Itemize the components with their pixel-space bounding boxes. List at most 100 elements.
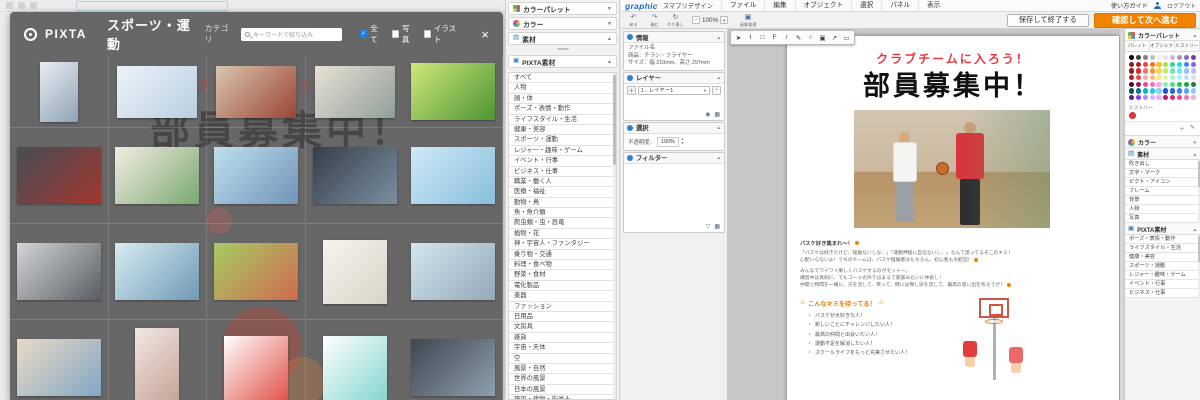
- scrollbar[interactable]: [613, 73, 616, 399]
- tool-button[interactable]: I: [745, 32, 756, 43]
- material-item[interactable]: 背景: [1125, 196, 1200, 205]
- menu-item[interactable]: オブジェクト: [795, 0, 852, 11]
- palette-swatch[interactable]: [1129, 95, 1134, 100]
- palette-panel-header[interactable]: カラーパレット ▲: [1125, 30, 1200, 41]
- palette-swatch[interactable]: [1136, 88, 1141, 93]
- opacity-stepper[interactable]: ▲ ▼: [681, 138, 684, 145]
- stock-photo-result[interactable]: [306, 320, 405, 400]
- palette-swatch[interactable]: [1184, 68, 1189, 73]
- basketball-photo[interactable]: [854, 110, 1050, 228]
- material-item[interactable]: 文字・マーク: [1125, 169, 1200, 178]
- tool-button[interactable]: ➤: [733, 32, 744, 43]
- stock-photo-result[interactable]: [109, 128, 208, 224]
- palette-swatch[interactable]: [1136, 55, 1141, 60]
- category-item[interactable]: 動物・鳥: [509, 198, 616, 208]
- image-manager-button[interactable]: ▣ 画像管理: [736, 14, 760, 27]
- layer-select[interactable]: 1 - レイヤー1 ▼: [638, 86, 710, 95]
- palette-swatch[interactable]: [1143, 95, 1148, 100]
- menu-item[interactable]: 表示: [918, 0, 948, 11]
- retry-button[interactable]: ↻ やり直し: [667, 14, 684, 27]
- redo-button[interactable]: ↷ 進む: [646, 14, 663, 27]
- palette-swatch[interactable]: [1129, 75, 1134, 80]
- confirm-next-button[interactable]: 確認して次へ進む: [1094, 13, 1196, 28]
- palette-swatch[interactable]: [1156, 75, 1161, 80]
- stock-photo-result[interactable]: [109, 56, 208, 128]
- document-page[interactable]: クラブチームに入ろう！ 部員募集中！ バスケ好き集まれ～！: [787, 36, 1119, 400]
- palette-swatch[interactable]: [1129, 88, 1134, 93]
- menu-item[interactable]: 編集: [764, 0, 794, 11]
- stock-photo-result[interactable]: [10, 128, 109, 224]
- grid-icon[interactable]: ▦: [714, 112, 720, 118]
- remove-layer-button[interactable]: −: [712, 86, 721, 95]
- stock-photo-result[interactable]: [404, 56, 503, 128]
- panel-splitter[interactable]: [506, 45, 619, 53]
- category-item[interactable]: 医療・福祉: [509, 187, 616, 197]
- canvas-scrollbar[interactable]: [1120, 29, 1124, 400]
- material-item[interactable]: ピクト・アイコン: [1125, 178, 1200, 187]
- category-item[interactable]: 野菜・食材: [509, 270, 616, 280]
- poster-paragraph[interactable]: 心配いらないよ！うちのチームは、バスケ経験者はもちろん、初心者も大歓迎！: [800, 256, 1108, 263]
- material-item[interactable]: 人物: [1125, 205, 1200, 214]
- palette-swatch[interactable]: [1143, 55, 1148, 60]
- account-link[interactable]: ログアウト: [1167, 1, 1196, 10]
- menu-item[interactable]: パネル: [881, 0, 918, 11]
- pixta-category-item[interactable]: レジャー・趣味・ゲーム: [1125, 271, 1200, 280]
- category-item[interactable]: 乗り物・交通: [509, 250, 616, 260]
- material-panel-header[interactable]: ▤ 素材 ▲: [1125, 149, 1200, 160]
- palette-swatch[interactable]: [1184, 82, 1189, 87]
- palette-swatch[interactable]: [1191, 88, 1196, 93]
- poster-bullets-title[interactable]: ⚠ こんなキミを待ってる！ ⚠: [800, 299, 884, 308]
- palette-swatch[interactable]: [1177, 88, 1182, 93]
- category-item[interactable]: すべて: [509, 73, 616, 83]
- palette-swatch[interactable]: [1177, 68, 1182, 73]
- visibility-icon[interactable]: ◉: [705, 112, 710, 118]
- category-item[interactable]: 料理・食べ物: [509, 260, 616, 270]
- palette-swatch[interactable]: [1156, 62, 1161, 67]
- palette-swatch[interactable]: [1150, 95, 1155, 100]
- category-item[interactable]: 職業・働く人: [509, 177, 616, 187]
- zoom-in-button[interactable]: ＋: [720, 16, 728, 24]
- poster-paragraph[interactable]: 練習中は真剣に、でもコートの外ではまるで家族みたいに仲良し！: [800, 274, 1108, 281]
- category-item[interactable]: 楽器: [509, 291, 616, 301]
- stock-photo-result[interactable]: [404, 224, 503, 320]
- opacity-value[interactable]: 100%: [657, 137, 679, 147]
- category-item[interactable]: 爬虫類・虫・恐竜: [509, 218, 616, 228]
- save-and-exit-button[interactable]: 保存して終了する: [1007, 14, 1089, 27]
- grid-icon[interactable]: ▦: [714, 224, 720, 230]
- poster-bullet-item[interactable]: ・ 最高の仲間と出会いたい人！: [807, 330, 910, 339]
- pixta-category-item[interactable]: スポーツ・運動: [1125, 262, 1200, 271]
- panel-header-color-palette[interactable]: カラーパレット ▼: [508, 2, 617, 15]
- palette-swatch[interactable]: [1184, 55, 1189, 60]
- stock-photo-result[interactable]: [10, 56, 109, 128]
- panel-header-color[interactable]: カラー ▼: [508, 17, 617, 30]
- palette-swatch[interactable]: [1191, 62, 1196, 67]
- category-item[interactable]: 電化製品: [509, 281, 616, 291]
- palette-swatch[interactable]: [1191, 82, 1196, 87]
- stock-photo-result[interactable]: [404, 320, 503, 400]
- tool-button[interactable]: ▣: [817, 32, 828, 43]
- category-item[interactable]: 雑貨: [509, 333, 616, 343]
- layer-panel-header[interactable]: レイヤー ▲: [624, 73, 724, 84]
- palette-swatch[interactable]: [1143, 68, 1148, 73]
- palette-swatch[interactable]: [1136, 68, 1141, 73]
- filter-checkbox[interactable]: ✓ イラスト: [424, 23, 460, 45]
- edit-color-button[interactable]: ✎: [1190, 124, 1195, 133]
- material-item[interactable]: フレーム: [1125, 187, 1200, 196]
- basketball-kids-illustration[interactable]: [955, 298, 1047, 398]
- menu-item[interactable]: 選択: [851, 0, 881, 11]
- category-item[interactable]: ライフスタイル・生活: [509, 115, 616, 125]
- stock-photo-result[interactable]: [207, 56, 306, 128]
- palette-swatch[interactable]: [1136, 95, 1141, 100]
- tool-button[interactable]: □: [757, 32, 768, 43]
- tool-button[interactable]: /: [781, 32, 792, 43]
- palette-tab[interactable]: パレット: [1125, 41, 1150, 51]
- category-item[interactable]: 神・宇宙人・ファンタジー: [509, 239, 616, 249]
- filter-checkbox[interactable]: ✓ 写真: [392, 23, 415, 45]
- pixta-category-item[interactable]: ポーズ・表情・動作: [1125, 235, 1200, 244]
- poster-paragraph[interactable]: 「バスケは好きだけど、経験ないしな…」「運動神経に自信ないし…」なんて思ってるそ…: [800, 249, 1108, 256]
- filter-checkbox[interactable]: ✓ 全て: [360, 23, 383, 45]
- category-item[interactable]: 文房具: [509, 322, 616, 332]
- keyword-search-input[interactable]: キーワードで絞り込み: [241, 28, 342, 41]
- category-item[interactable]: 日用品: [509, 312, 616, 322]
- palette-swatch[interactable]: [1177, 55, 1182, 60]
